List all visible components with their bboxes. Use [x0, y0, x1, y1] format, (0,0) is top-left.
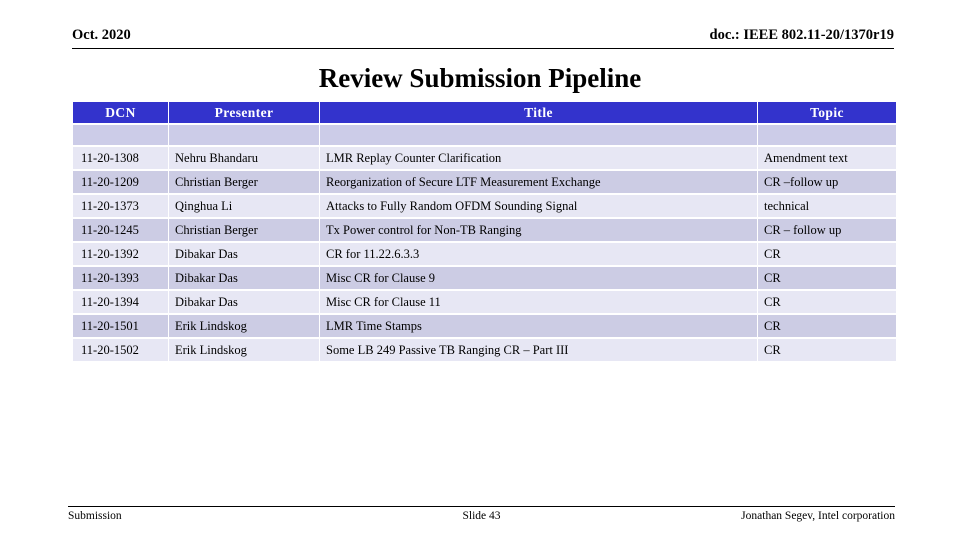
cell-presenter: Dibakar Das	[169, 243, 319, 265]
cell-dcn: 11-20-1501	[73, 315, 168, 337]
table-row: 11-20-1373 Qinghua Li Attacks to Fully R…	[73, 195, 896, 217]
review-submission-pipeline-table: DCN Presenter Title Topic 11-20-1308 Neh…	[72, 100, 897, 363]
table-spacer-row	[73, 125, 896, 145]
cell-dcn: 11-20-1308	[73, 147, 168, 169]
cell-dcn: 11-20-1393	[73, 267, 168, 289]
cell-topic: CR	[758, 339, 896, 361]
column-header-dcn: DCN	[73, 102, 168, 123]
spacer-cell-topic	[758, 125, 896, 145]
cell-presenter: Christian Berger	[169, 171, 319, 193]
cell-title: Some LB 249 Passive TB Ranging CR – Part…	[320, 339, 757, 361]
cell-topic: technical	[758, 195, 896, 217]
table-row: 11-20-1245 Christian Berger Tx Power con…	[73, 219, 896, 241]
cell-title: LMR Time Stamps	[320, 315, 757, 337]
cell-title: Attacks to Fully Random OFDM Sounding Si…	[320, 195, 757, 217]
slide-header: Oct. 2020 doc.: IEEE 802.11-20/1370r19	[72, 26, 894, 49]
spacer-cell-title	[320, 125, 757, 145]
slide: Oct. 2020 doc.: IEEE 802.11-20/1370r19 R…	[0, 0, 960, 540]
cell-dcn: 11-20-1209	[73, 171, 168, 193]
table-header-row: DCN Presenter Title Topic	[73, 102, 896, 123]
table-body: 11-20-1308 Nehru Bhandaru LMR Replay Cou…	[73, 125, 896, 361]
cell-topic: CR –follow up	[758, 171, 896, 193]
column-header-presenter: Presenter	[169, 102, 319, 123]
cell-presenter: Nehru Bhandaru	[169, 147, 319, 169]
table-row: 11-20-1502 Erik Lindskog Some LB 249 Pas…	[73, 339, 896, 361]
cell-dcn: 11-20-1392	[73, 243, 168, 265]
header-date: Oct. 2020	[72, 27, 131, 43]
footer-author: Jonathan Segev, Intel corporation	[741, 510, 895, 522]
cell-title: Reorganization of Secure LTF Measurement…	[320, 171, 757, 193]
table-row: 11-20-1393 Dibakar Das Misc CR for Claus…	[73, 267, 896, 289]
cell-presenter: Erik Lindskog	[169, 315, 319, 337]
cell-topic: Amendment text	[758, 147, 896, 169]
cell-topic: CR	[758, 315, 896, 337]
table-row: 11-20-1209 Christian Berger Reorganizati…	[73, 171, 896, 193]
table-row: 11-20-1501 Erik Lindskog LMR Time Stamps…	[73, 315, 896, 337]
cell-presenter: Qinghua Li	[169, 195, 319, 217]
page-title: Review Submission Pipeline	[318, 63, 642, 93]
cell-dcn: 11-20-1373	[73, 195, 168, 217]
cell-dcn: 11-20-1394	[73, 291, 168, 313]
cell-title: Misc CR for Clause 9	[320, 267, 757, 289]
cell-title: CR for 11.22.6.3.3	[320, 243, 757, 265]
cell-presenter: Dibakar Das	[169, 291, 319, 313]
column-header-title: Title	[320, 102, 757, 123]
cell-presenter: Dibakar Das	[169, 267, 319, 289]
cell-topic: CR	[758, 291, 896, 313]
cell-title: Tx Power control for Non-TB Ranging	[320, 219, 757, 241]
table-row: 11-20-1392 Dibakar Das CR for 11.22.6.3.…	[73, 243, 896, 265]
spacer-cell-presenter	[169, 125, 319, 145]
cell-title: Misc CR for Clause 11	[320, 291, 757, 313]
header-doc-reference: doc.: IEEE 802.11-20/1370r19	[709, 27, 894, 43]
cell-presenter: Erik Lindskog	[169, 339, 319, 361]
cell-dcn: 11-20-1245	[73, 219, 168, 241]
slide-footer: Submission Slide 43 Jonathan Segev, Inte…	[68, 506, 895, 527]
cell-dcn: 11-20-1502	[73, 339, 168, 361]
table-row: 11-20-1308 Nehru Bhandaru LMR Replay Cou…	[73, 147, 896, 169]
table-row: 11-20-1394 Dibakar Das Misc CR for Claus…	[73, 291, 896, 313]
column-header-topic: Topic	[758, 102, 896, 123]
cell-topic: CR – follow up	[758, 219, 896, 241]
cell-presenter: Christian Berger	[169, 219, 319, 241]
cell-topic: CR	[758, 243, 896, 265]
cell-topic: CR	[758, 267, 896, 289]
cell-title: LMR Replay Counter Clarification	[320, 147, 757, 169]
spacer-cell-dcn	[73, 125, 168, 145]
table-header: DCN Presenter Title Topic	[73, 102, 896, 123]
